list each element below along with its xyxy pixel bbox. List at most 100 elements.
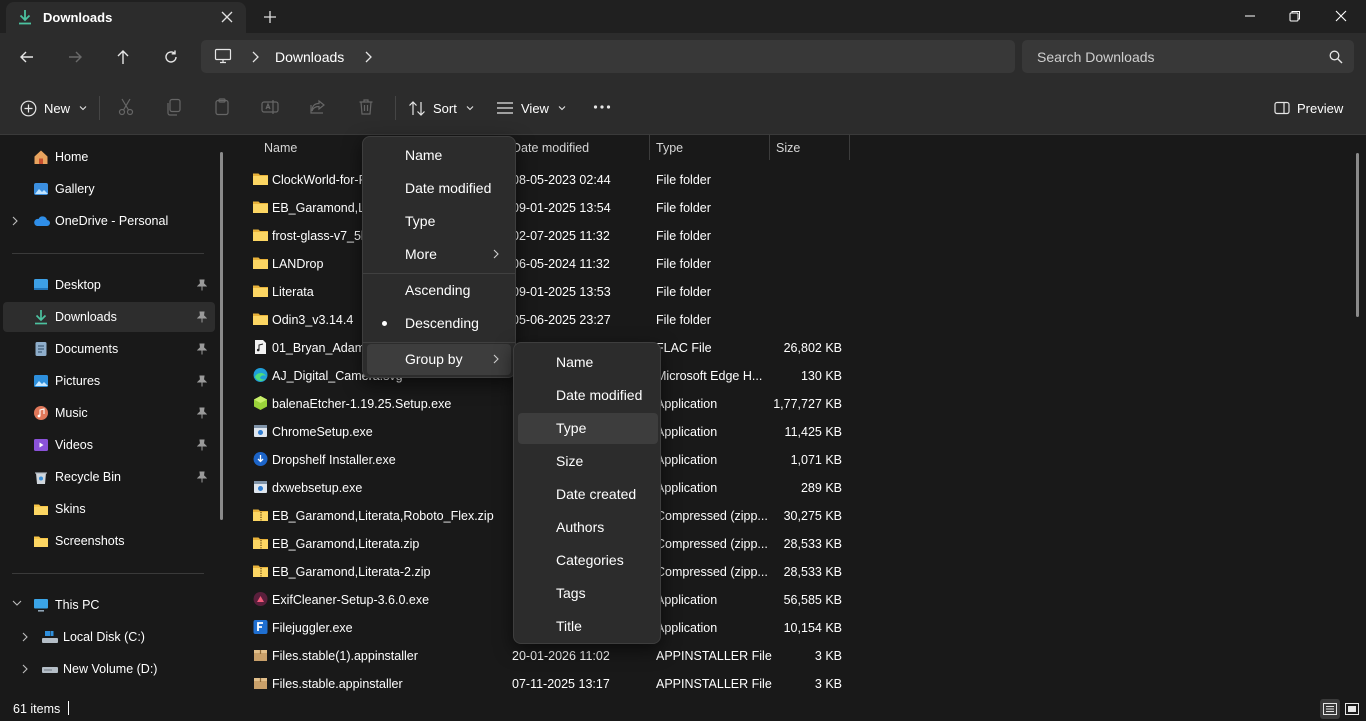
share-icon[interactable] (308, 97, 328, 117)
chevron-right-icon[interactable] (22, 632, 28, 642)
column-divider[interactable] (769, 135, 770, 160)
column-header-date-modified[interactable]: Date modified (512, 141, 589, 155)
group-by-item-type[interactable]: Type (518, 413, 658, 444)
pin-icon[interactable] (197, 407, 207, 419)
rename-icon[interactable] (260, 97, 280, 117)
sidebar-item-documents[interactable]: Documents (3, 334, 215, 364)
sort-menu-item-name[interactable]: Name (367, 140, 511, 171)
minimize-button[interactable] (1227, 0, 1273, 32)
download-icon (18, 9, 32, 25)
sidebar-item-videos[interactable]: Videos (3, 430, 215, 460)
file-list-scrollbar[interactable] (1356, 153, 1359, 317)
chevron-right-icon[interactable] (22, 664, 28, 674)
group-by-item-title[interactable]: Title (518, 611, 658, 642)
status-divider (68, 701, 69, 715)
tiles-view-button[interactable] (1342, 699, 1362, 719)
chevron-down-icon[interactable] (12, 600, 22, 607)
breadcrumb-downloads[interactable]: Downloads (275, 49, 344, 65)
delete-icon[interactable] (356, 97, 376, 117)
file-row[interactable]: frost-glass-v7_5b 02-07-2025 11:32 File fo… (233, 221, 853, 249)
sidebar-item-recycle-bin[interactable]: Recycle Bin (3, 462, 215, 492)
chevron-right-icon[interactable] (12, 216, 18, 226)
status-bar: 61 items (0, 697, 1366, 721)
details-view-button[interactable] (1320, 699, 1340, 719)
sort-menu-item-more[interactable]: More (367, 239, 511, 270)
pin-icon[interactable] (197, 279, 207, 291)
zip-folder-icon (252, 507, 269, 523)
pin-icon[interactable] (197, 375, 207, 387)
preview-button[interactable]: Preview (1274, 96, 1343, 120)
package-icon (252, 675, 269, 691)
sort-menu-item-group-by[interactable]: Group by (367, 344, 511, 375)
file-row[interactable]: Odin3_v3.14.4 05-06-2025 23:27 File folder (233, 305, 853, 333)
column-divider[interactable] (849, 135, 850, 160)
file-type: Application (656, 425, 718, 439)
file-row[interactable]: Literata 09-01-2025 13:53 File folder (233, 277, 853, 305)
new-tab-icon[interactable] (260, 7, 280, 27)
sort-menu-item-descending[interactable]: Descending (367, 308, 511, 339)
menu-divider (363, 342, 515, 343)
file-row[interactable]: EB_Garamond,Lit 09-01-2025 13:54 File fold… (233, 193, 853, 221)
group-by-item-tags[interactable]: Tags (518, 578, 658, 609)
sidebar-item-screenshots[interactable]: Screenshots (3, 526, 215, 556)
close-tab-icon[interactable] (218, 8, 236, 26)
pin-icon[interactable] (197, 439, 207, 451)
close-window-button[interactable] (1318, 0, 1364, 32)
column-header-size[interactable]: Size (776, 141, 800, 155)
file-row[interactable]: ClockWorld-for-P 08-05-2023 02:44 File fol… (233, 165, 853, 193)
group-by-item-authors[interactable]: Authors (518, 512, 658, 543)
sidebar-item-downloads[interactable]: Downloads (3, 302, 215, 332)
file-row[interactable]: Files.stable(1).appinstaller 20-01-2026 1… (233, 641, 853, 669)
tab-downloads[interactable]: Downloads (6, 2, 246, 33)
sidebar-item-desktop[interactable]: Desktop (3, 270, 215, 300)
refresh-button[interactable] (157, 43, 185, 71)
group-by-item-categories[interactable]: Categories (518, 545, 658, 576)
search-input[interactable] (1022, 40, 1322, 73)
sort-button[interactable]: Sort (408, 96, 474, 120)
sidebar-item-onedrive[interactable]: OneDrive - Personal (3, 206, 215, 236)
sort-menu-item-ascending[interactable]: Ascending (367, 275, 511, 306)
copy-icon[interactable] (164, 97, 184, 117)
chevron-right-icon[interactable] (251, 51, 259, 63)
pin-icon[interactable] (197, 343, 207, 355)
sidebar-scrollbar[interactable] (220, 152, 223, 520)
sort-menu-item-type[interactable]: Type (367, 206, 511, 237)
installer-icon (252, 479, 269, 495)
column-divider[interactable] (649, 135, 650, 160)
forward-button[interactable] (61, 43, 89, 71)
chevron-down-icon (79, 105, 87, 111)
file-row[interactable]: Files.stable.appinstaller 07-11-2025 13:1… (233, 669, 853, 697)
paste-icon[interactable] (212, 97, 232, 117)
up-button[interactable] (109, 43, 137, 71)
sidebar-item-gallery[interactable]: Gallery (3, 174, 215, 204)
sidebar-item-pictures[interactable]: Pictures (3, 366, 215, 396)
this-pc-icon[interactable] (214, 48, 232, 64)
restore-button[interactable] (1272, 0, 1318, 32)
column-header-type[interactable]: Type (656, 141, 683, 155)
sidebar-item-new-volume-d[interactable]: New Volume (D:) (3, 654, 215, 684)
view-button[interactable]: View (496, 96, 566, 120)
back-button[interactable] (13, 43, 41, 71)
more-icon[interactable] (592, 97, 612, 117)
address-bar[interactable]: Downloads (201, 40, 1015, 73)
group-by-item-name[interactable]: Name (518, 347, 658, 378)
cut-icon[interactable] (116, 97, 136, 117)
sidebar-item-this-pc[interactable]: This PC (3, 590, 215, 620)
column-header-name[interactable]: Name (264, 141, 297, 155)
sidebar-item-skins[interactable]: Skins (3, 494, 215, 524)
group-by-item-size[interactable]: Size (518, 446, 658, 477)
new-button[interactable]: New (20, 96, 87, 120)
sort-menu-item-date-modified[interactable]: Date modified (367, 173, 511, 204)
file-row[interactable]: LANDrop 06-05-2024 11:32 File folder (233, 249, 853, 277)
pin-icon[interactable] (197, 311, 207, 323)
chevron-right-icon[interactable] (364, 51, 372, 63)
sidebar-item-local-disk-c[interactable]: Local Disk (C:) (3, 622, 215, 652)
tiles-view-icon (1345, 703, 1359, 715)
group-by-item-date-modified[interactable]: Date modified (518, 380, 658, 411)
search-icon[interactable] (1329, 50, 1343, 64)
sidebar-item-home[interactable]: Home (3, 142, 215, 172)
file-name: Literata (272, 285, 314, 299)
pin-icon[interactable] (197, 471, 207, 483)
sidebar-item-music[interactable]: Music (3, 398, 215, 428)
group-by-item-date-created[interactable]: Date created (518, 479, 658, 510)
